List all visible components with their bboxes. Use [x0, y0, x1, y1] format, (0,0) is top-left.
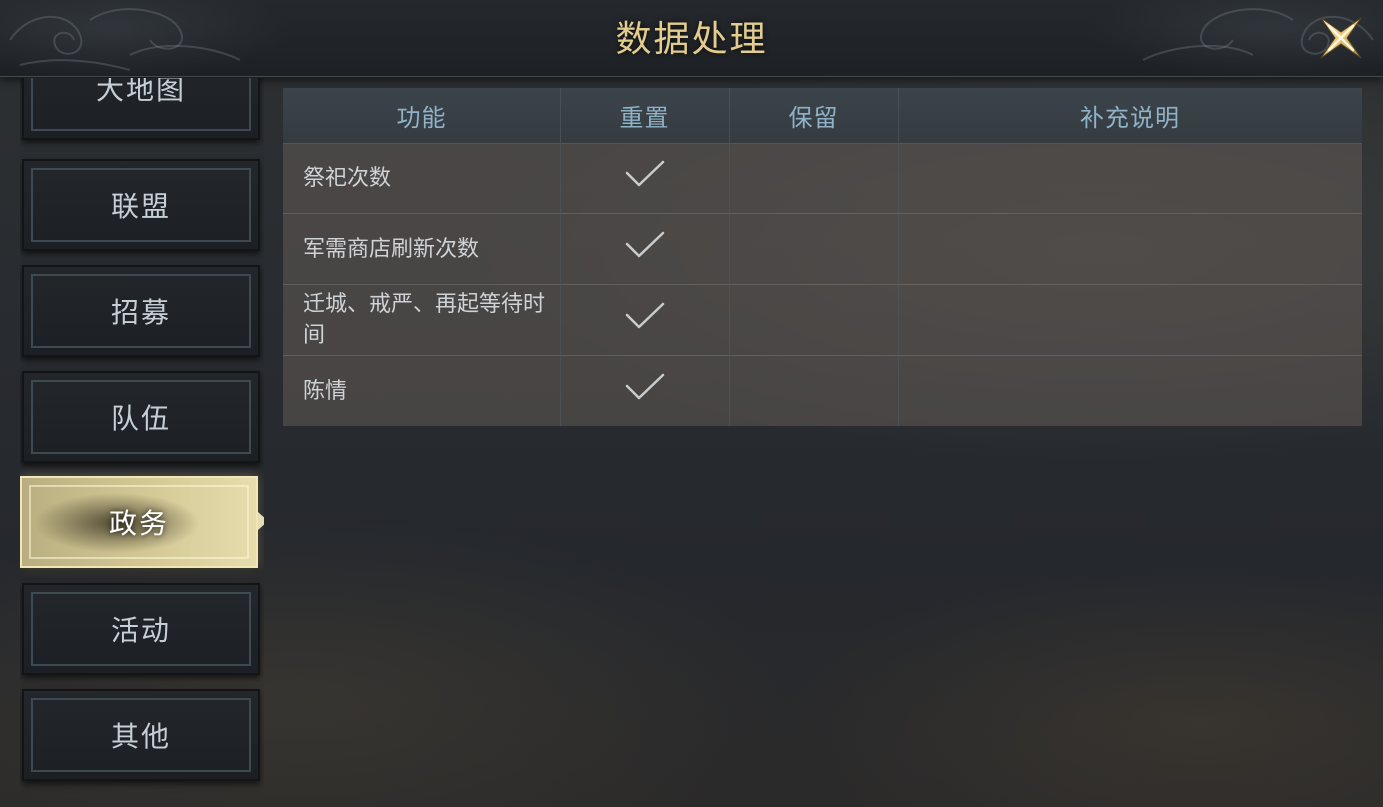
table-header: 功能 重置 保留 补充说明 [283, 88, 1362, 144]
table-row: 迁城、戒严、再起等待时间 [283, 285, 1362, 356]
sidebar-item-label: 政务 [108, 507, 169, 540]
column-divider [560, 88, 561, 426]
column-divider [898, 88, 899, 426]
sidebar-item-recruit[interactable]: 招募 [22, 265, 260, 357]
function-cell: 军需商店刷新次数 [303, 236, 480, 262]
table-row: 陈情 [283, 356, 1362, 426]
sidebar-item-label: 活动 [110, 614, 171, 647]
column-header-keep: 保留 [788, 104, 839, 132]
page-title: 数据处理 [615, 19, 768, 60]
close-button[interactable] [1317, 14, 1365, 62]
table-row: 祭祀次数 [283, 143, 1362, 214]
sidebar-item-team[interactable]: 队伍 [22, 371, 260, 463]
table-body: 祭祀次数 军需商店刷新次数 迁城、戒严、再起等待时间 陈情 [283, 143, 1362, 426]
sidebar-item-government[interactable]: 政务 [20, 476, 264, 568]
category-sidebar: 大地图 联盟 招募 队伍 政务 活动 其他 [20, 78, 264, 807]
function-cell: 祭祀次数 [303, 165, 392, 191]
function-cell: 迁城、戒严、再起等待时间 [303, 292, 546, 348]
active-pointer-icon [258, 512, 264, 530]
checkmark-icon [625, 160, 665, 187]
checkmark-icon [625, 302, 665, 329]
sidebar-item-world-map[interactable]: 大地图 [22, 78, 260, 140]
sidebar-item-label: 其他 [110, 720, 171, 753]
column-header-note: 补充说明 [1080, 104, 1180, 132]
sidebar-item-events[interactable]: 活动 [22, 583, 260, 675]
column-header-function: 功能 [396, 104, 447, 132]
sidebar-item-alliance[interactable]: 联盟 [22, 159, 260, 251]
close-icon [1320, 17, 1362, 59]
title-bar: 数据处理 [0, 0, 1383, 77]
sidebar-item-label: 联盟 [110, 190, 171, 223]
data-handling-table: 功能 重置 保留 补充说明 祭祀次数 军需商店刷新次数 迁城、戒严、再起等待时间… [283, 88, 1362, 426]
column-divider [729, 88, 730, 426]
table-row: 军需商店刷新次数 [283, 214, 1362, 285]
sidebar-item-label: 招募 [110, 296, 171, 329]
sidebar-item-label: 队伍 [110, 402, 171, 435]
column-header-reset: 重置 [619, 104, 670, 132]
function-cell: 陈情 [303, 378, 348, 404]
checkmark-icon [625, 373, 665, 400]
sidebar-item-label: 大地图 [95, 78, 186, 106]
sidebar-item-other[interactable]: 其他 [22, 689, 260, 781]
checkmark-icon [625, 231, 665, 258]
